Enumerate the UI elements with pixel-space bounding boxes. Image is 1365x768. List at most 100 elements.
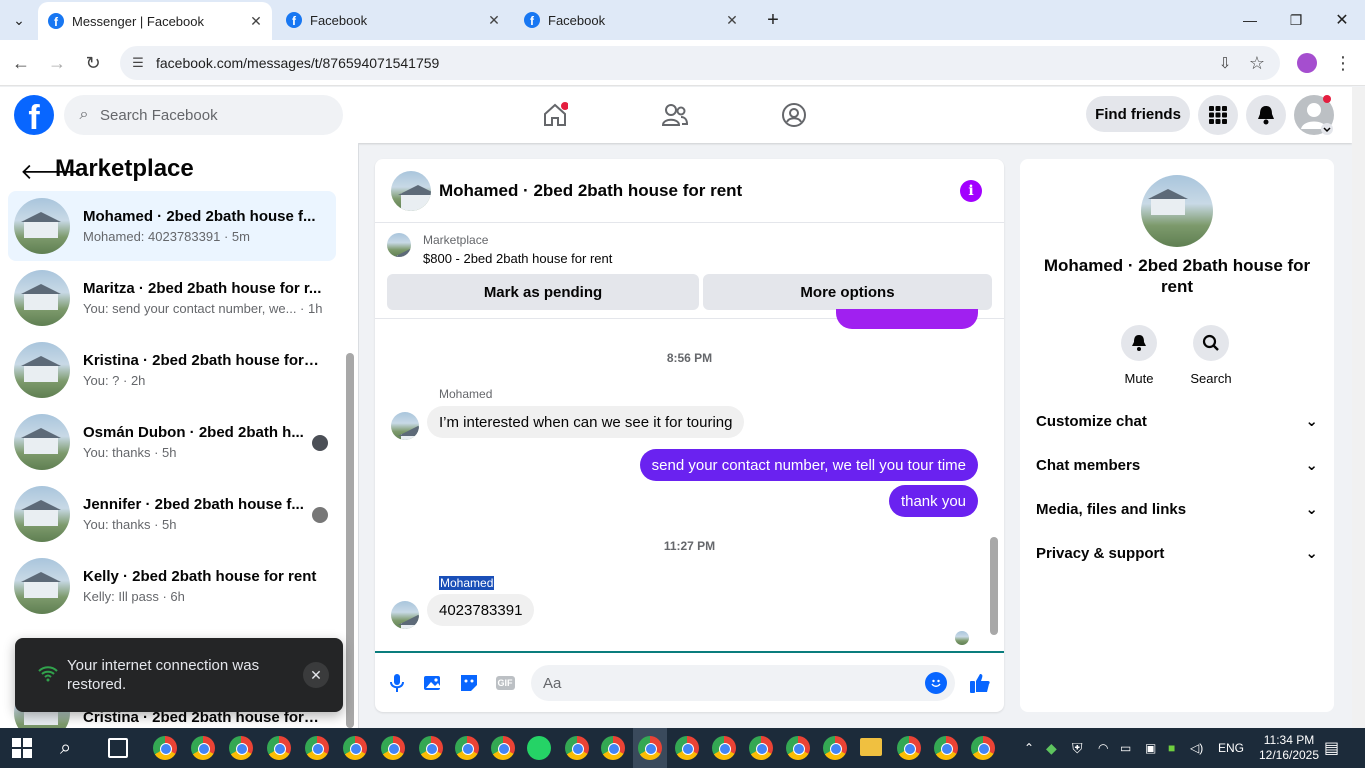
back-icon[interactable]: ← — [7, 50, 35, 76]
chat-avatar[interactable] — [391, 170, 431, 211]
thumbs-up-icon[interactable] — [968, 671, 992, 695]
site-settings-icon[interactable]: ☰ — [120, 55, 156, 71]
friends-icon[interactable] — [659, 99, 691, 131]
tab-messenger[interactable]: f Messenger | Facebook ✕ — [38, 2, 272, 40]
chrome-taskbar-icon[interactable] — [455, 736, 479, 760]
tab-facebook-2[interactable]: f Facebook ✕ — [514, 0, 748, 40]
webcam-icon[interactable]: ▣ — [1145, 728, 1156, 768]
conversation-item[interactable]: Osmán Dubon · 2bed 2bath h... You: thank… — [8, 407, 336, 477]
search-facebook-input[interactable]: ⌕ Search Facebook — [64, 95, 343, 135]
groups-icon[interactable] — [778, 99, 810, 131]
sticker-icon[interactable] — [457, 671, 481, 695]
omnibox[interactable]: ☰ facebook.com/messages/t/87659407154175… — [120, 46, 1280, 80]
home-icon[interactable] — [539, 99, 571, 131]
chrome-taskbar-icon[interactable] — [153, 736, 177, 760]
mute-button[interactable]: Mute — [1109, 325, 1169, 386]
conversation-item[interactable]: Kristina · 2bed 2bath house for r... You… — [8, 335, 336, 405]
chrome-taskbar-icon[interactable] — [565, 736, 589, 760]
chrome-taskbar-icon[interactable] — [897, 736, 921, 760]
facebook-logo-icon[interactable]: f — [14, 95, 54, 135]
menu-grid-icon[interactable] — [1198, 95, 1238, 135]
restore-icon[interactable]: ❐ — [1273, 0, 1319, 40]
conversation-item[interactable]: Jennifer · 2bed 2bath house f... You: th… — [8, 479, 336, 549]
gif-icon[interactable]: GIF — [493, 671, 517, 695]
chrome-taskbar-icon[interactable] — [267, 736, 291, 760]
chrome-taskbar-icon[interactable] — [675, 736, 699, 760]
windows-start-icon[interactable] — [12, 738, 32, 758]
conversation-item[interactable]: Kelly · 2bed 2bath house for rent Kelly:… — [8, 551, 336, 621]
tray-overflow-icon[interactable]: ⌃ — [1024, 728, 1034, 768]
battery-icon[interactable]: ▭ — [1120, 728, 1131, 768]
page-scrollbar[interactable] — [1352, 87, 1365, 728]
defender-icon[interactable]: ⛨ — [1072, 728, 1083, 768]
taskbar-search-icon[interactable]: ⌕ — [60, 737, 71, 760]
forward-icon[interactable]: → — [43, 50, 71, 76]
bookmark-star-icon[interactable]: ☆ — [1243, 50, 1271, 76]
chrome-taskbar-icon[interactable] — [934, 736, 958, 760]
chrome-taskbar-icon[interactable] — [381, 736, 405, 760]
new-tab-icon[interactable]: + — [750, 0, 796, 40]
chrome-taskbar-icon[interactable] — [823, 736, 847, 760]
find-friends-button[interactable]: Find friends — [1086, 96, 1190, 132]
chrome-taskbar-icon[interactable] — [749, 736, 773, 760]
outgoing-message[interactable]: thank you — [888, 485, 978, 517]
emoji-icon[interactable] — [925, 672, 947, 694]
chrome-taskbar-icon[interactable] — [601, 736, 625, 760]
whatsapp-icon[interactable] — [527, 736, 551, 760]
language-indicator[interactable]: ENG — [1218, 728, 1244, 768]
chat-title[interactable]: Mohamed · 2bed 2bath house for rent — [439, 181, 960, 201]
chrome-taskbar-icon[interactable] — [712, 736, 736, 760]
task-view-icon[interactable] — [108, 738, 128, 758]
tray-app-icon[interactable]: ◆ — [1046, 728, 1057, 768]
info-avatar[interactable] — [1141, 175, 1213, 247]
chrome-taskbar-icon[interactable] — [786, 736, 810, 760]
more-options-button[interactable]: More options — [703, 274, 992, 310]
incoming-message[interactable]: I’m interested when can we see it for to… — [427, 406, 745, 438]
profile-icon[interactable] — [1293, 50, 1321, 76]
close-tab-icon[interactable]: ✕ — [484, 12, 504, 29]
tab-facebook-1[interactable]: f Facebook ✕ — [276, 0, 510, 40]
privacy-support-section[interactable]: Privacy & support ⌄ — [1036, 533, 1318, 573]
customize-chat-section[interactable]: Customize chat ⌄ — [1036, 401, 1318, 441]
info-icon[interactable]: i — [960, 179, 982, 202]
url-text[interactable]: facebook.com/messages/t/876594071541759 — [156, 55, 439, 71]
install-app-icon[interactable]: ⇩ — [1211, 50, 1239, 76]
chat-scrollbar[interactable] — [990, 537, 998, 635]
search-in-chat-button[interactable]: Search — [1181, 325, 1241, 386]
account-avatar[interactable] — [1294, 95, 1334, 135]
chat-members-section[interactable]: Chat members ⌄ — [1036, 445, 1318, 485]
chrome-taskbar-icon[interactable] — [229, 736, 253, 760]
sender-avatar[interactable] — [391, 601, 419, 629]
network-icon[interactable]: ◠ — [1098, 728, 1108, 768]
close-tab-icon[interactable]: ✕ — [722, 12, 742, 29]
close-toast-icon[interactable]: ✕ — [303, 662, 329, 688]
chrome-taskbar-icon[interactable] — [343, 736, 367, 760]
clock[interactable]: 11:34 PM 12/16/2025 — [1252, 728, 1326, 768]
photo-icon[interactable] — [421, 671, 445, 695]
notification-center-icon[interactable]: ▤ — [1324, 728, 1339, 768]
conversation-item[interactable]: Maritza · 2bed 2bath house for r... You:… — [8, 263, 336, 333]
mark-as-pending-button[interactable]: Mark as pending — [387, 274, 699, 310]
close-tab-icon[interactable]: ✕ — [246, 13, 266, 30]
microphone-icon[interactable] — [385, 671, 409, 695]
sender-avatar[interactable] — [391, 412, 419, 440]
file-explorer-icon[interactable] — [860, 738, 882, 756]
listing-title[interactable]: $800 - 2bed 2bath house for rent — [423, 251, 612, 266]
close-window-icon[interactable]: ✕ — [1319, 0, 1365, 40]
minimize-icon[interactable]: — — [1227, 0, 1273, 40]
notifications-bell-icon[interactable] — [1246, 95, 1286, 135]
message-input[interactable]: Aa — [531, 665, 955, 701]
chrome-taskbar-icon[interactable] — [419, 736, 443, 760]
sidebar-scrollbar[interactable] — [346, 353, 354, 728]
chrome-taskbar-icon[interactable] — [971, 736, 995, 760]
media-files-section[interactable]: Media, files and links ⌄ — [1036, 489, 1318, 529]
tab-search-icon[interactable]: ⌄ — [0, 0, 38, 40]
listing-thumbnail[interactable] — [387, 233, 411, 257]
chrome-taskbar-icon[interactable] — [305, 736, 329, 760]
chrome-taskbar-icon[interactable] — [491, 736, 515, 760]
reload-icon[interactable]: ↻ — [79, 50, 107, 76]
chrome-taskbar-icon[interactable] — [638, 736, 662, 760]
chrome-taskbar-icon[interactable] — [191, 736, 215, 760]
conversation-item[interactable]: Mohamed · 2bed 2bath house f... Mohamed:… — [8, 191, 336, 261]
outgoing-message[interactable]: send your contact number, we tell you to… — [639, 449, 978, 481]
